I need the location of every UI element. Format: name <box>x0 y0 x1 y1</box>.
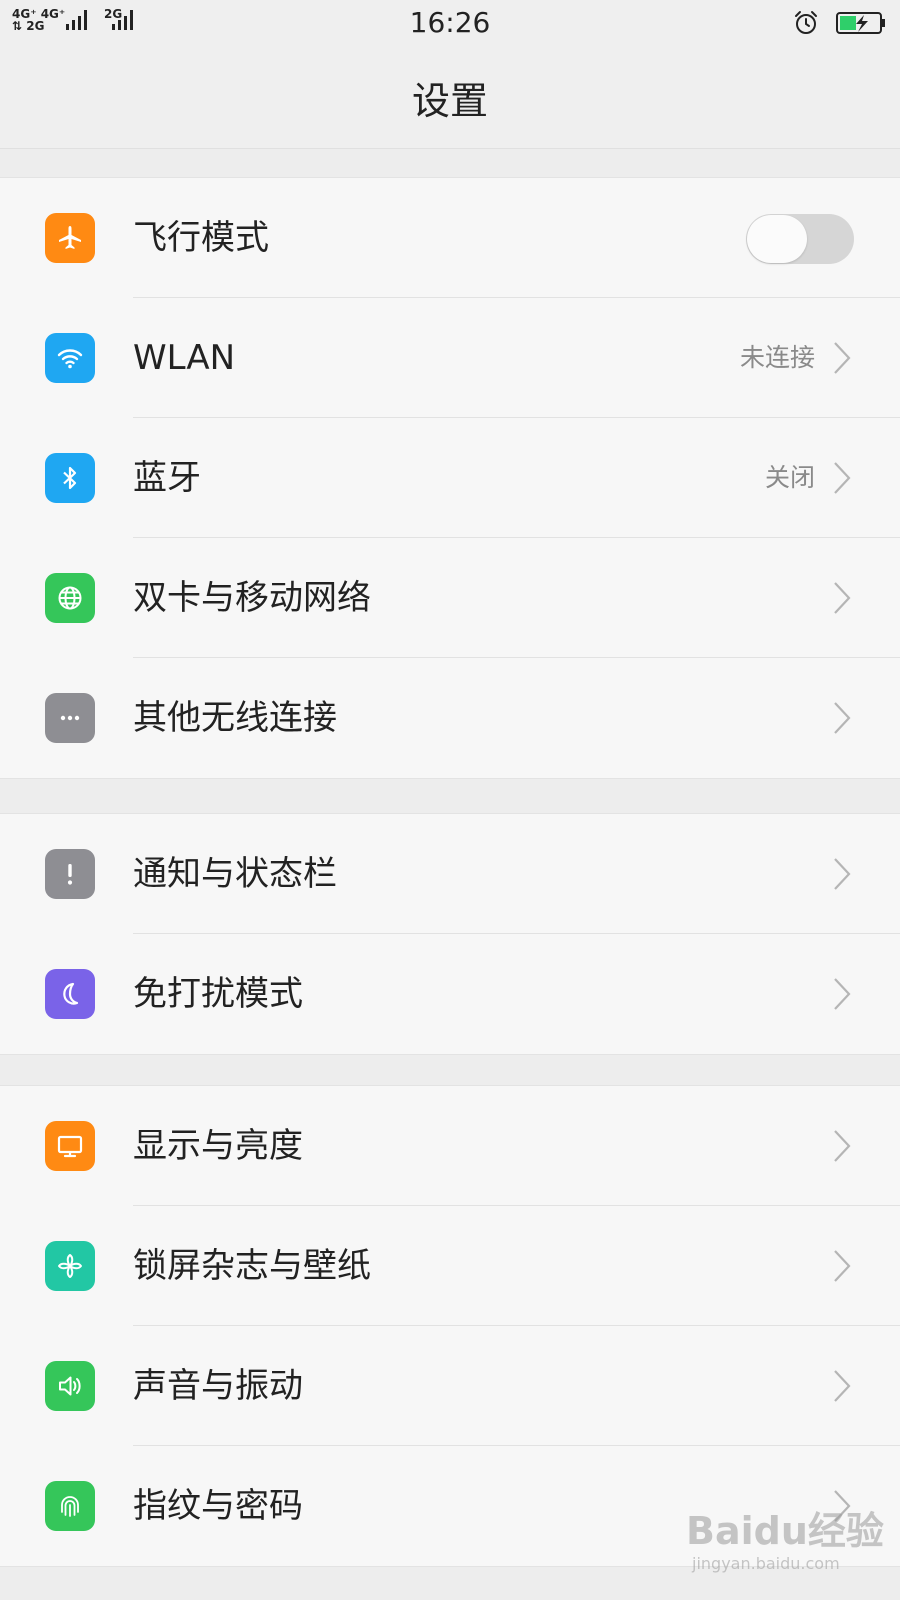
setting-label: 锁屏杂志与壁纸 <box>133 1246 371 1286</box>
setting-dual-sim-mobile-network[interactable]: 双卡与移动网络 <box>0 538 900 658</box>
setting-airplane-mode[interactable]: 飞行模式 <box>0 178 900 298</box>
title-bar: 设置 <box>0 48 900 149</box>
moon-icon <box>45 969 95 1019</box>
settings-group-display: 显示与亮度 锁屏杂志与壁纸 声音与振动 指纹与密码 <box>0 1085 900 1567</box>
setting-do-not-disturb[interactable]: 免打扰模式 <box>0 934 900 1054</box>
settings-group-connections: 飞行模式 WLAN 未连接 蓝牙 关闭 双卡与移动网络 其他无线连接 <box>0 177 900 779</box>
chevron-right-icon <box>834 582 851 614</box>
setting-label: 其他无线连接 <box>133 698 337 738</box>
chevron-right-icon <box>834 342 851 374</box>
setting-sound-vibration[interactable]: 声音与振动 <box>0 1326 900 1446</box>
watermark-url: jingyan.baidu.com <box>692 1554 840 1573</box>
chevron-right-icon <box>834 858 851 890</box>
setting-label: 通知与状态栏 <box>133 854 337 894</box>
watermark-logo: Baidu经验 <box>686 1509 884 1553</box>
chevron-right-icon <box>834 1130 851 1162</box>
alarm-clock-icon <box>795 11 817 34</box>
setting-display-brightness[interactable]: 显示与亮度 <box>0 1086 900 1206</box>
chevron-right-icon <box>834 702 851 734</box>
battery-charging-icon <box>836 12 885 34</box>
setting-label: 声音与振动 <box>133 1366 303 1406</box>
setting-other-wireless[interactable]: 其他无线连接 <box>0 658 900 778</box>
airplane-icon <box>45 213 95 263</box>
baidu-jingyan-watermark: Baidu经验 jingyan.baidu.com <box>686 1500 884 1580</box>
chevron-right-icon <box>834 1250 851 1282</box>
page-title: 设置 <box>411 79 488 123</box>
chevron-right-icon <box>834 1370 851 1402</box>
setting-label: 显示与亮度 <box>133 1126 303 1166</box>
pinwheel-icon <box>45 1241 95 1291</box>
setting-label: 飞行模式 <box>133 218 269 258</box>
chevron-right-icon <box>834 978 851 1010</box>
globe-icon <box>45 573 95 623</box>
setting-wlan[interactable]: WLAN 未连接 <box>0 298 900 418</box>
setting-notifications-status-bar[interactable]: 通知与状态栏 <box>0 814 900 934</box>
setting-label: WLAN <box>133 338 236 378</box>
bluetooth-icon <box>45 453 95 503</box>
setting-label: 蓝牙 <box>133 458 201 498</box>
toggle-knob <box>747 215 807 263</box>
settings-group-notifications: 通知与状态栏 免打扰模式 <box>0 813 900 1055</box>
setting-value: 未连接 <box>739 343 815 372</box>
setting-label: 双卡与移动网络 <box>133 578 371 618</box>
status-bar: 4G⁺ 4G⁺ ⇅ 2G 2G 16:26 <box>0 0 900 48</box>
setting-bluetooth[interactable]: 蓝牙 关闭 <box>0 418 900 538</box>
status-time: 16:26 <box>409 6 491 39</box>
setting-label: 指纹与密码 <box>133 1486 303 1526</box>
speaker-icon <box>45 1361 95 1411</box>
setting-value: 关闭 <box>764 463 815 492</box>
monitor-icon <box>45 1121 95 1171</box>
airplane-mode-toggle[interactable] <box>746 214 854 264</box>
setting-label: 免打扰模式 <box>133 974 303 1014</box>
fingerprint-icon <box>45 1481 95 1531</box>
exclamation-icon <box>45 849 95 899</box>
more-dots-icon <box>45 693 95 743</box>
setting-lockscreen-wallpaper[interactable]: 锁屏杂志与壁纸 <box>0 1206 900 1326</box>
chevron-right-icon <box>834 462 851 494</box>
wifi-icon <box>45 333 95 383</box>
